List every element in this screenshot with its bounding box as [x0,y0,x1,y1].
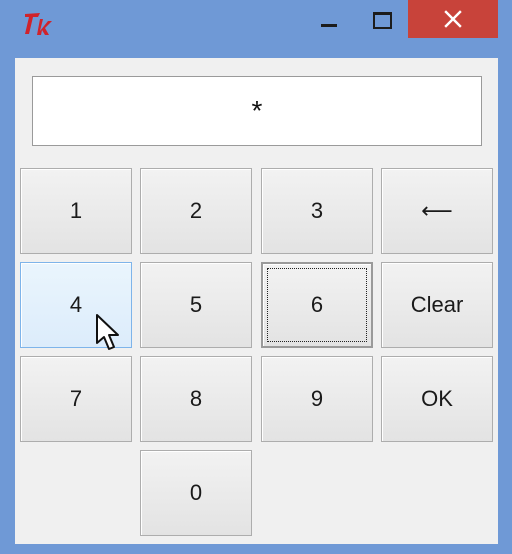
backspace-arrow-icon: ⟵ [421,198,453,223]
keypad-panel: * 1 2 3 ⟵ 4 5 6 Clear 7 8 9 OK 0 [15,58,498,544]
key-0-button[interactable]: 0 [140,450,252,536]
key-1-button[interactable]: 1 [20,168,132,254]
key-9-button[interactable]: 9 [261,356,373,442]
key-5-button[interactable]: 5 [140,262,252,348]
mouse-pointer-icon [95,313,121,353]
tk-feather-icon [22,9,56,39]
key-label: 1 [69,198,83,223]
key-2-button[interactable]: 2 [140,168,252,254]
key-label: 3 [310,198,324,223]
key-label: 9 [310,386,324,411]
key-label: 5 [189,292,203,317]
ok-button[interactable]: OK [381,356,493,442]
key-label: 8 [189,386,203,411]
key-label: 7 [69,386,83,411]
close-icon[interactable] [408,0,498,38]
key-label: 4 [69,292,83,317]
key-6-button[interactable]: 6 [261,262,373,348]
maximize-icon[interactable] [364,6,400,36]
title-bar[interactable] [0,0,512,46]
display-field: * [32,76,482,146]
clear-button[interactable]: Clear [381,262,493,348]
key-label: Clear [410,292,464,317]
key-label: OK [421,386,453,411]
key-label: 6 [310,292,324,317]
key-7-button[interactable]: 7 [20,356,132,442]
display-value: * [251,95,263,126]
key-3-button[interactable]: 3 [261,168,373,254]
key-label: 2 [189,198,203,223]
key-8-button[interactable]: 8 [140,356,252,442]
key-label: 0 [189,480,203,505]
backspace-button[interactable]: ⟵ [381,168,493,254]
minimize-icon[interactable] [312,6,346,36]
app-window: * 1 2 3 ⟵ 4 5 6 Clear 7 8 9 OK 0 [0,0,512,554]
